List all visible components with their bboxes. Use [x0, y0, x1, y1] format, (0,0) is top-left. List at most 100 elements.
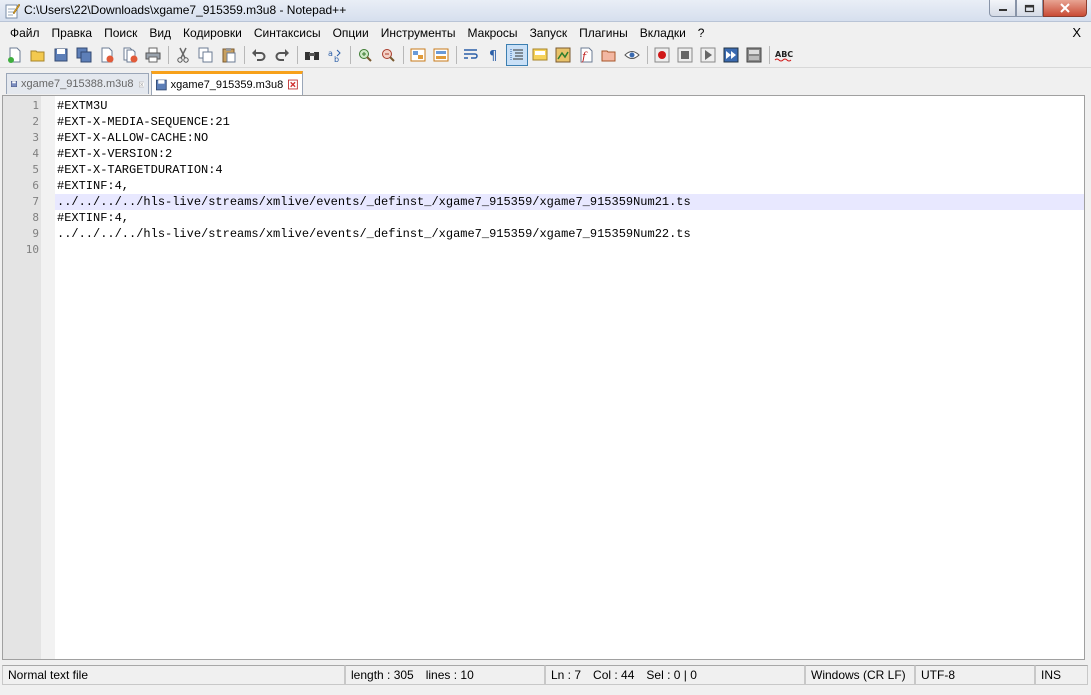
menu-tools[interactable]: Инструменты [375, 23, 462, 43]
line-text-area[interactable]: #EXT-X-ALLOW-CACHE:NO [55, 130, 1084, 146]
save-all-button[interactable] [73, 44, 95, 66]
line-text: #EXT-X-VERSION:2 [57, 147, 173, 161]
close-file-button[interactable] [96, 44, 118, 66]
sync-vertical-button[interactable] [407, 44, 429, 66]
stop-recording-button[interactable] [674, 44, 696, 66]
play-icon [700, 47, 716, 63]
menu-edit[interactable]: Правка [46, 23, 99, 43]
folder-as-workspace-button[interactable] [598, 44, 620, 66]
run-macro-multiple-button[interactable] [720, 44, 742, 66]
editor-line[interactable]: #EXT-X-VERSION:2 4 [3, 146, 1084, 162]
minimize-icon [998, 9, 1007, 11]
line-text-area[interactable] [55, 242, 1084, 258]
line-text-area[interactable]: #EXT-X-MEDIA-SEQUENCE:21 [55, 114, 1084, 130]
line-number: 1 [32, 99, 39, 112]
editor-line[interactable]: ../../../../hls-live/streams/xmlive/even… [3, 226, 1084, 242]
line-number: 4 [32, 147, 39, 160]
save-button[interactable] [50, 44, 72, 66]
menu-settings[interactable]: Опции [327, 23, 375, 43]
sync-horizontal-button[interactable] [430, 44, 452, 66]
editor-line[interactable]: #EXTINF:4, 8 [3, 210, 1084, 226]
menu-macro[interactable]: Макросы [462, 23, 524, 43]
restore-icon [1024, 4, 1035, 12]
editor-line[interactable]: #EXT-X-MEDIA-SEQUENCE:21 2 [3, 114, 1084, 130]
line-number: 6 [32, 179, 39, 192]
line-text-area[interactable]: #EXT-X-VERSION:2 [55, 146, 1084, 162]
editor-lines: #EXTM3U 1 #EXT-X-MEDIA-SEQUENCE:21 2 #EXT-X-… [3, 98, 1084, 258]
title-bar: C:\Users\22\Downloads\xgame7_915359.m3u8… [0, 0, 1091, 22]
close-icon [1060, 3, 1070, 13]
menu-help[interactable]: ? [692, 23, 711, 43]
editor-line[interactable]: #EXT-X-ALLOW-CACHE:NO 3 [3, 130, 1084, 146]
close-document-button[interactable]: X [1072, 25, 1081, 40]
menu-search[interactable]: Поиск [98, 23, 143, 43]
undo-button[interactable] [248, 44, 270, 66]
menu-language[interactable]: Синтаксисы [248, 23, 327, 43]
record-icon [654, 47, 670, 63]
paste-button[interactable] [218, 44, 240, 66]
menu-run[interactable]: Запуск [524, 23, 574, 43]
line-text-area[interactable]: #EXTINF:4, [55, 178, 1084, 194]
column-position-label: Col : 44 [593, 668, 635, 682]
indent-guide-button[interactable] [506, 44, 528, 66]
zoom-out-button[interactable] [377, 44, 399, 66]
line-text-area[interactable]: #EXTM3U [55, 98, 1084, 114]
svg-text:¶: ¶ [489, 49, 497, 63]
close-icon[interactable] [288, 79, 298, 90]
close-icon[interactable] [138, 79, 144, 90]
play-macro-button[interactable] [697, 44, 719, 66]
menu-encoding[interactable]: Кодировки [177, 23, 248, 43]
editor-area[interactable]: #EXTM3U 1 #EXT-X-MEDIA-SEQUENCE:21 2 #EXT-X-… [2, 95, 1085, 660]
editor-line[interactable]: ../../../../hls-live/streams/xmlive/even… [3, 194, 1084, 210]
close-all-button[interactable] [119, 44, 141, 66]
user-defined-language-button[interactable] [529, 44, 551, 66]
maximize-button[interactable] [1016, 0, 1043, 17]
new-file-button[interactable] [4, 44, 26, 66]
menu-view[interactable]: Вид [143, 23, 177, 43]
editor-line[interactable]: #EXTM3U 1 [3, 98, 1084, 114]
pilcrow-icon: ¶ [489, 49, 497, 63]
show-all-characters-button[interactable]: ¶ [483, 44, 505, 66]
monitoring-button[interactable] [621, 44, 643, 66]
tab-xgame7-915388[interactable]: xgame7_915388.m3u8 [6, 73, 149, 94]
fast-forward-icon [723, 47, 739, 63]
status-eol[interactable]: Windows (CR LF) [805, 665, 915, 685]
zoom-in-button[interactable] [354, 44, 376, 66]
udl-icon [532, 48, 548, 61]
spell-check-button[interactable]: ABC [773, 44, 795, 66]
find-button[interactable] [301, 44, 323, 66]
redo-button[interactable] [271, 44, 293, 66]
replace-button[interactable]: ab [324, 44, 346, 66]
copy-icon [198, 47, 213, 63]
word-wrap-button[interactable] [460, 44, 482, 66]
menu-window[interactable]: Вкладки [634, 23, 692, 43]
menu-plugins[interactable]: Плагины [573, 23, 634, 43]
line-text-area[interactable]: ../../../../hls-live/streams/xmlive/even… [55, 194, 1084, 210]
close-file-icon [101, 47, 114, 63]
indent-guide-icon [510, 49, 523, 61]
tab-xgame7-915359[interactable]: xgame7_915359.m3u8 [151, 71, 303, 95]
function-list-button[interactable]: f [575, 44, 597, 66]
save-macro-button[interactable] [743, 44, 765, 66]
menu-file[interactable]: Файл [0, 23, 46, 43]
line-text-area[interactable]: #EXTINF:4, [55, 210, 1084, 226]
minimize-button[interactable] [989, 0, 1016, 17]
document-map-button[interactable] [552, 44, 574, 66]
status-encoding[interactable]: UTF-8 [915, 665, 1035, 685]
lines-count-label: lines : 10 [425, 668, 474, 682]
status-position[interactable]: Ln : 7 Col : 44 Sel : 0 | 0 [545, 665, 805, 685]
status-insert-mode[interactable]: INS [1035, 665, 1088, 685]
file-type-label: Normal text file [8, 668, 89, 682]
line-text-area[interactable]: ../../../../hls-live/streams/xmlive/even… [55, 226, 1084, 242]
editor-line[interactable]: #EXT-X-TARGETDURATION:4 5 [3, 162, 1084, 178]
close-window-button[interactable] [1043, 0, 1087, 17]
line-text-area[interactable]: #EXT-X-TARGETDURATION:4 [55, 162, 1084, 178]
record-macro-button[interactable] [651, 44, 673, 66]
cut-button[interactable] [172, 44, 194, 66]
toolbar-separator [168, 46, 169, 64]
editor-line[interactable]: #EXTINF:4, 6 [3, 178, 1084, 194]
copy-button[interactable] [195, 44, 217, 66]
editor-line[interactable]: 10 [3, 242, 1084, 258]
open-file-button[interactable] [27, 44, 49, 66]
print-button[interactable] [142, 44, 164, 66]
